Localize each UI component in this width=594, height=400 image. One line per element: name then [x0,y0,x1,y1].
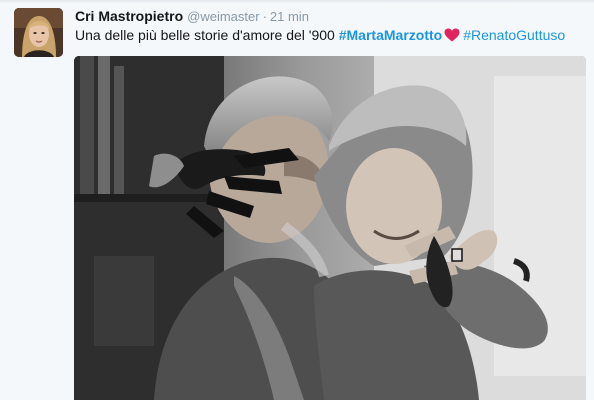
heart-icon [444,28,460,42]
tweet-header: Cri Mastropietro @weimaster · 21 min [75,7,309,25]
tweet-text-body: Una delle più belle storie d'amore del '… [75,27,339,43]
display-name[interactable]: Cri Mastropietro [75,8,183,24]
tweet-container: Cri Mastropietro @weimaster · 21 min Una de… [0,0,594,400]
timestamp[interactable]: 21 min [270,9,309,24]
hashtag-marta-marzotto[interactable]: #MartaMarzotto [339,27,442,43]
user-handle[interactable]: @weimaster [187,9,259,24]
photo-image [74,56,586,400]
avatar[interactable] [14,8,63,57]
separator-dot: · [262,9,267,24]
avatar-image [14,8,63,57]
tweet-photo[interactable] [74,56,586,400]
top-divider [0,0,594,4]
hashtag-renato-guttuso[interactable]: #RenatoGuttuso [463,27,565,43]
tweet-text: Una delle più belle storie d'amore del '… [75,26,590,44]
